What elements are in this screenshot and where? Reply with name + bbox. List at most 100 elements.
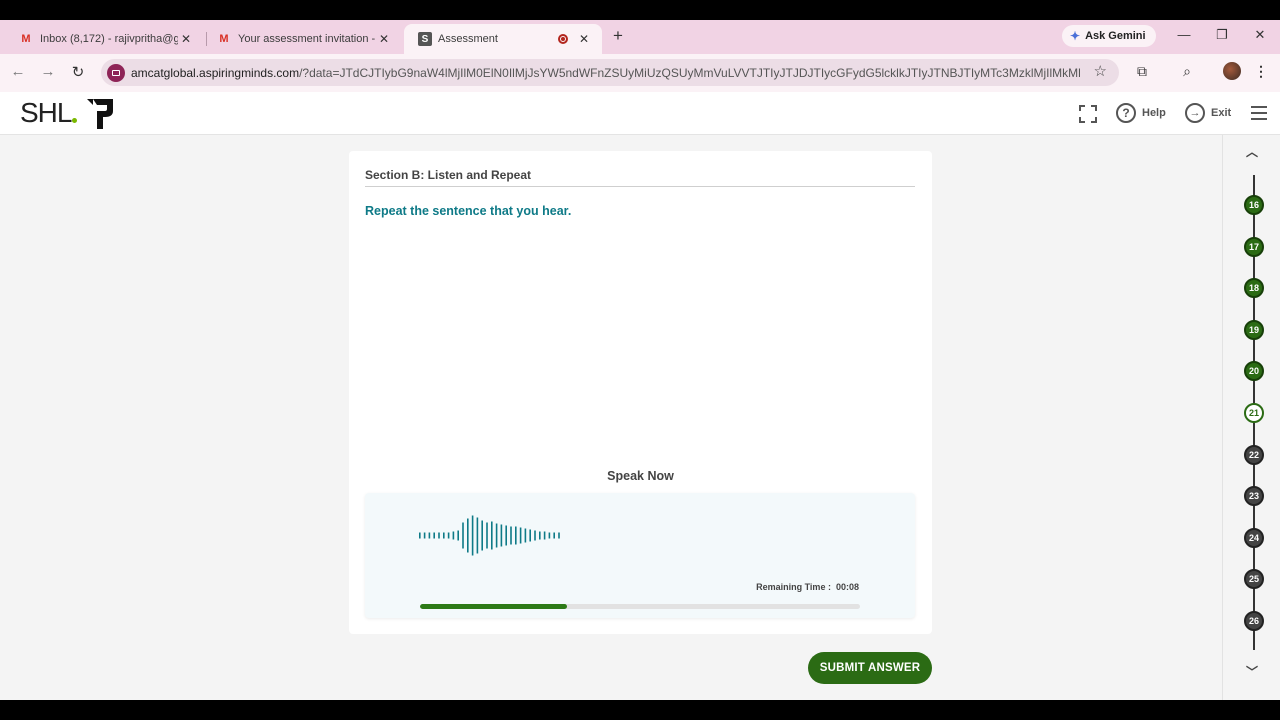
tab-assessment[interactable]: S Assessment ✕: [404, 24, 602, 54]
question-card: Section B: Listen and Repeat Repeat the …: [349, 151, 932, 634]
waveform-bar: [476, 517, 479, 554]
remaining-time-value: 00:08: [835, 582, 859, 592]
tab-title: Inbox (8,172) - rajivpritha@gma: [40, 33, 178, 45]
waveform-bar: [529, 529, 531, 542]
forward-button[interactable]: →: [38, 63, 58, 83]
waveform-bar: [524, 528, 527, 543]
tab-invitation[interactable]: M Your assessment invitation - raj ✕: [202, 24, 402, 54]
waveform-bar: [539, 531, 541, 540]
shl-logo: SHL: [20, 97, 114, 129]
waveform-bar: [447, 532, 450, 539]
chevron-up-icon[interactable]: ︿: [1244, 143, 1260, 159]
waveform-bar: [543, 531, 546, 540]
waveform-bar: [452, 531, 455, 540]
waveform-bar: [471, 515, 474, 556]
tab-strip: M Inbox (8,172) - rajivpritha@gma ✕ M Yo…: [0, 20, 1280, 54]
tab-title: Your assessment invitation - raj: [238, 33, 376, 45]
close-icon[interactable]: ✕: [178, 32, 194, 46]
time-progress-fill: [420, 604, 568, 609]
exit-icon: →: [1185, 103, 1205, 123]
waveform-bar: [553, 532, 555, 539]
section-title: Section B: Listen and Repeat: [365, 168, 532, 182]
star-icon[interactable]: ☆: [1094, 62, 1107, 80]
tab-inbox[interactable]: M Inbox (8,172) - rajivpritha@gma ✕: [4, 24, 204, 54]
question-node-24[interactable]: 24: [1244, 527, 1264, 548]
waveform-bar: [505, 525, 507, 546]
help-label: Help: [1142, 107, 1166, 119]
question-navigator: ︿ 16 17 18 19 20 21 22 23 24 25 26 ﹀: [1222, 135, 1280, 700]
speak-now-label: Speak Now: [607, 469, 674, 483]
extensions-icon[interactable]: ⧉: [1131, 63, 1153, 83]
profile-avatar[interactable]: [1223, 62, 1241, 80]
reload-button[interactable]: ↻: [68, 63, 88, 83]
gemini-icon: ✦: [1070, 29, 1081, 43]
waveform: [419, 515, 560, 556]
question-node-20[interactable]: 20: [1244, 361, 1264, 382]
question-node-16[interactable]: 16: [1244, 195, 1264, 215]
browser-window: M Inbox (8,172) - rajivpritha@gma ✕ M Yo…: [0, 20, 1280, 700]
question-node-17[interactable]: 17: [1244, 236, 1264, 257]
question-node-25[interactable]: 25: [1244, 569, 1264, 590]
waveform-bar: [491, 521, 493, 550]
close-window-button[interactable]: ✕: [1249, 27, 1271, 47]
question-node-18[interactable]: 18: [1244, 278, 1264, 299]
waveform-bar: [443, 532, 445, 539]
logo-dot: [72, 117, 78, 123]
back-button[interactable]: ←: [8, 63, 28, 83]
question-node-22[interactable]: 22: [1244, 444, 1264, 465]
question-node-26[interactable]: 26: [1244, 611, 1264, 631]
logo-mark-icon: [87, 99, 114, 129]
waveform-bar: [519, 527, 522, 544]
url-text: amcatglobal.aspiringminds.com/?data=JTdC…: [131, 65, 1081, 80]
waveform-bar: [462, 522, 464, 549]
waveform-bar: [419, 532, 421, 539]
help-button[interactable]: ? Help: [1116, 102, 1166, 124]
question-node-21[interactable]: 21: [1244, 403, 1264, 423]
waveform-bar: [428, 532, 431, 539]
menu-dots-icon[interactable]: ⋮: [1250, 63, 1272, 83]
waveform-bar: [486, 522, 488, 549]
hamburger-menu-icon[interactable]: [1251, 106, 1267, 124]
remaining-time: Remaining Time : 00:08: [756, 582, 859, 592]
waveform-bar: [423, 532, 426, 539]
waveform-bar: [457, 530, 459, 541]
question-node-23[interactable]: 23: [1244, 486, 1264, 507]
time-progress-bar: [420, 604, 860, 609]
shl-icon: S: [418, 32, 432, 46]
recording-icon: [558, 34, 568, 44]
gmail-icon: M: [219, 33, 229, 45]
submit-answer-button[interactable]: SUBMIT ANSWER: [808, 652, 932, 684]
close-icon[interactable]: ✕: [576, 32, 592, 46]
restore-button[interactable]: ❐: [1211, 27, 1233, 47]
waveform-bar: [500, 524, 503, 547]
waveform-bar: [467, 518, 469, 553]
waveform-bar: [481, 520, 483, 551]
waveform-bar: [438, 532, 440, 539]
remaining-time-label: Remaining Time :: [756, 582, 831, 592]
new-tab-button[interactable]: +: [608, 26, 628, 48]
question-node-19[interactable]: 19: [1244, 319, 1264, 340]
waveform-bar: [433, 532, 435, 539]
chevron-down-icon[interactable]: ﹀: [1244, 663, 1260, 679]
address-bar[interactable]: amcatglobal.aspiringminds.com/?data=JTdC…: [101, 59, 1119, 86]
logo-text: SHL: [20, 97, 72, 128]
waveform-bar: [534, 530, 536, 541]
gmail-icon: M: [21, 33, 31, 45]
camera-icon[interactable]: [107, 63, 125, 82]
fullscreen-icon[interactable]: [1079, 105, 1097, 123]
waveform-bar: [510, 526, 512, 545]
exit-button[interactable]: → Exit: [1185, 102, 1231, 124]
minimize-button[interactable]: —: [1173, 27, 1195, 47]
gemini-label: Ask Gemini: [1085, 30, 1146, 42]
close-icon[interactable]: ✕: [376, 32, 392, 46]
waveform-bar: [515, 526, 517, 545]
tab-title: Assessment: [438, 33, 498, 45]
cast-search-icon[interactable]: ⌕: [1176, 63, 1198, 83]
app-header: SHL ? Help → Exit: [0, 92, 1280, 135]
browser-toolbar: ← → ↻ amcatglobal.aspiringminds.com/?dat…: [0, 54, 1280, 92]
exit-label: Exit: [1211, 107, 1232, 119]
question-instruction: Repeat the sentence that you hear.: [365, 204, 572, 218]
ask-gemini-button[interactable]: ✦ Ask Gemini: [1062, 25, 1156, 47]
waveform-bar: [558, 532, 560, 539]
waveform-bar: [548, 532, 551, 539]
